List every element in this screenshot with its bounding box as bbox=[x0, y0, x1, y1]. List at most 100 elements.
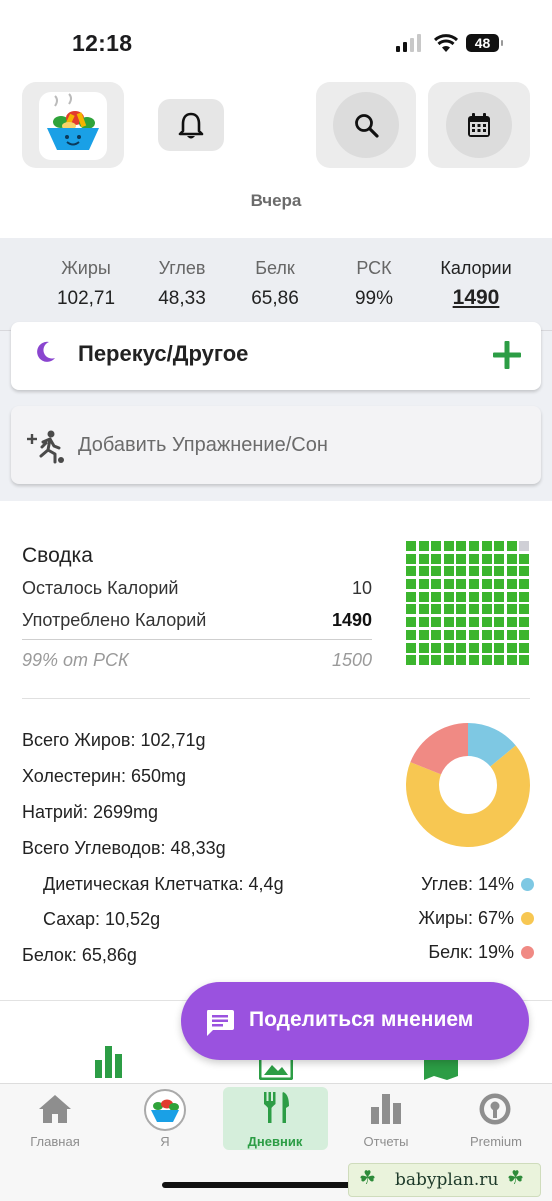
grid-cell bbox=[406, 579, 416, 590]
exercise-runner-icon bbox=[27, 430, 64, 464]
grid-cell bbox=[481, 553, 492, 564]
add-exercise-label: Добавить Упражнение/Сон bbox=[78, 434, 328, 456]
grid-cell bbox=[456, 566, 467, 577]
legend-protein-label: Белк: 19% bbox=[428, 942, 514, 962]
grid-cell bbox=[456, 604, 467, 615]
grid-cell bbox=[431, 629, 442, 640]
tab-home-label: Главная bbox=[30, 1134, 80, 1149]
grid-cell bbox=[418, 566, 429, 577]
grid-cell bbox=[468, 591, 479, 602]
legend-carbs-dot bbox=[521, 878, 534, 891]
grid-cell bbox=[494, 617, 505, 628]
grid-cell bbox=[456, 553, 467, 564]
battery-level: 48 bbox=[474, 35, 491, 51]
macro-label: Белк bbox=[255, 258, 295, 278]
legend-protein-dot bbox=[521, 946, 534, 959]
date-label[interactable]: Вчера bbox=[0, 191, 552, 211]
wifi-icon bbox=[433, 34, 459, 52]
calorie-progress-grid bbox=[406, 541, 532, 668]
grid-cell bbox=[406, 642, 416, 653]
add-food-plus-icon[interactable] bbox=[492, 340, 522, 370]
grid-cell bbox=[468, 617, 479, 628]
grid-cell bbox=[456, 642, 467, 653]
grid-cell bbox=[418, 604, 429, 615]
macro-rsk[interactable]: РСК 99% bbox=[340, 258, 408, 310]
grid-cell bbox=[406, 591, 416, 602]
grid-cell bbox=[418, 553, 429, 564]
profile-logo-button[interactable] bbox=[22, 82, 124, 168]
grid-cell bbox=[406, 541, 416, 551]
grid-cell bbox=[494, 541, 505, 551]
legend-protein: Белк: 19% bbox=[360, 942, 534, 963]
salad-avatar-icon bbox=[144, 1089, 186, 1131]
grid-cell bbox=[494, 591, 505, 602]
grid-cell bbox=[506, 553, 517, 564]
grid-cell bbox=[481, 617, 492, 628]
macro-fat[interactable]: Жиры 102,71 bbox=[52, 258, 120, 310]
rsk-target-value: 1500 bbox=[331, 650, 372, 670]
share-feedback-label: Поделиться мнением bbox=[249, 1008, 474, 1031]
macro-calories[interactable]: Калории 1490 bbox=[428, 258, 524, 310]
grid-cell bbox=[431, 642, 442, 653]
grid-cell bbox=[468, 642, 479, 653]
tab-reports-label: Отчеты bbox=[363, 1134, 409, 1149]
clover-left-icon: ☘ bbox=[359, 1168, 377, 1189]
consumed-calories-value: 1490 bbox=[331, 610, 372, 630]
legend-fat-dot bbox=[521, 912, 534, 925]
grid-cell bbox=[443, 604, 454, 615]
salad-bowl-logo-icon bbox=[39, 92, 107, 160]
tab-diary-label: Дневник bbox=[247, 1134, 303, 1149]
grid-cell bbox=[443, 579, 454, 590]
grid-cell bbox=[456, 541, 467, 551]
consumed-calories-label: Употреблено Калорий bbox=[22, 610, 207, 630]
summary-divider bbox=[22, 639, 372, 640]
search-icon bbox=[355, 114, 379, 138]
feedback-chat-icon bbox=[207, 1010, 234, 1036]
grid-cell bbox=[456, 655, 467, 666]
grid-cell bbox=[431, 553, 442, 564]
share-feedback-button[interactable]: Поделиться мнением bbox=[181, 982, 529, 1060]
macro-donut-chart bbox=[406, 723, 530, 847]
meal-title: Перекус/Другое bbox=[78, 341, 249, 366]
grid-cell bbox=[519, 566, 530, 577]
grid-cell bbox=[519, 617, 530, 628]
stats-bars-icon[interactable] bbox=[94, 1046, 128, 1078]
grid-cell bbox=[418, 629, 429, 640]
grid-cell bbox=[431, 604, 442, 615]
grid-cell bbox=[443, 617, 454, 628]
grid-cell bbox=[468, 566, 479, 577]
grid-cell bbox=[456, 579, 467, 590]
bar-chart-icon bbox=[371, 1094, 401, 1124]
grid-cell bbox=[431, 655, 442, 666]
grid-cell bbox=[418, 617, 429, 628]
section-divider bbox=[22, 698, 530, 699]
grid-cell bbox=[406, 629, 416, 640]
legend-fat: Жиры: 67% bbox=[360, 908, 534, 929]
home-icon bbox=[39, 1095, 71, 1123]
grid-cell bbox=[443, 629, 454, 640]
macro-label: Жиры bbox=[61, 258, 111, 278]
grid-cell bbox=[494, 566, 505, 577]
grid-cell bbox=[481, 604, 492, 615]
macro-protein[interactable]: Белк 65,86 bbox=[241, 258, 309, 310]
protein-text: Белок: 65,86g bbox=[22, 945, 137, 965]
search-button[interactable] bbox=[316, 82, 416, 168]
grid-cell bbox=[494, 553, 505, 564]
grid-cell bbox=[494, 629, 505, 640]
grid-cell bbox=[468, 541, 479, 551]
notifications-button[interactable] bbox=[158, 99, 224, 151]
grid-cell bbox=[406, 604, 416, 615]
grid-cell bbox=[406, 655, 416, 666]
remaining-calories-label: Осталось Калорий bbox=[22, 578, 179, 598]
grid-cell bbox=[443, 566, 454, 577]
grid-cell bbox=[468, 655, 479, 666]
rsk-percent-label: 99% от РСК bbox=[22, 650, 129, 670]
calendar-button[interactable] bbox=[428, 82, 530, 168]
macro-value: 48,33 bbox=[158, 288, 206, 309]
clover-right-icon: ☘ bbox=[507, 1168, 525, 1189]
grid-cell bbox=[443, 642, 454, 653]
grid-cell bbox=[418, 591, 429, 602]
grid-cell bbox=[506, 642, 517, 653]
moon-icon bbox=[37, 341, 55, 362]
macro-carbs[interactable]: Углев 48,33 bbox=[148, 258, 216, 310]
